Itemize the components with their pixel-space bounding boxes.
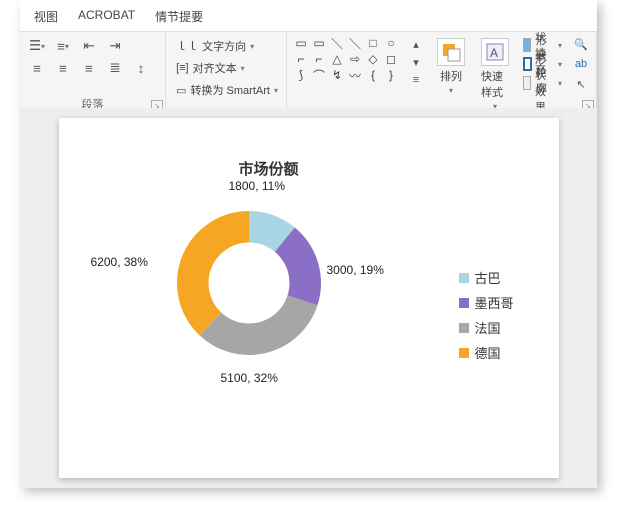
smartart-icon: ▭	[176, 84, 186, 97]
shape-callout-icon[interactable]: ◻	[383, 52, 399, 66]
shape-brace-icon[interactable]: {	[365, 68, 381, 82]
slide[interactable]: 市场份额 1800, 11% 3000, 19%	[59, 118, 559, 478]
group-paragraph-extra: ｌｌ 文字方向▾ [≡] 对齐文本▾ ▭ 转换为 SmartArt▾	[166, 32, 286, 114]
legend-swatch-mexico	[459, 298, 469, 308]
increase-indent-button[interactable]: ⇥	[104, 36, 126, 56]
align-left-button[interactable]: ≡	[26, 58, 48, 78]
align-text-button[interactable]: [≡] 对齐文本▾	[172, 58, 280, 78]
line-spacing-button[interactable]: ↕	[130, 58, 152, 78]
legend-swatch-france	[459, 323, 469, 333]
chart-title: 市场份额	[159, 158, 379, 179]
shape-poly-icon[interactable]: ↯	[329, 68, 345, 82]
tab-acrobat[interactable]: ACROBAT	[68, 4, 145, 31]
legend-swatch-cuba	[459, 273, 469, 283]
shape-seg2-icon[interactable]: ⌐	[311, 52, 327, 66]
numbering-button[interactable]: ≡▾	[52, 36, 74, 56]
align-text-icon: [≡]	[176, 62, 189, 74]
chart-legend: 古巴 墨西哥 法国 德国	[459, 268, 514, 362]
shape-brace2-icon[interactable]: }	[383, 68, 399, 82]
shape-curve-icon[interactable]: ⟆	[293, 68, 309, 82]
label-mexico: 3000, 19%	[327, 263, 384, 277]
legend-germany: 德国	[459, 343, 514, 362]
tab-view[interactable]: 视图	[24, 4, 68, 31]
ribbon: ☰▾ ≡▾ ⇤ ⇥ ≡ ≡ ≡ ≣ ↕ 段落 ↘ ｌｌ	[20, 31, 597, 115]
replace-icon[interactable]: ab	[572, 56, 590, 72]
legend-swatch-germany	[459, 348, 469, 358]
shape-circle-icon[interactable]: ○	[383, 36, 399, 50]
legend-mexico: 墨西哥	[459, 293, 514, 312]
shape-square-icon[interactable]: □	[365, 36, 381, 50]
shape-effects-button[interactable]: 形状效果▾	[521, 74, 564, 92]
donut: 1800, 11% 3000, 19% 5100, 32% 6200, 38%	[159, 193, 339, 373]
fill-icon	[523, 38, 531, 52]
shape-arrow-icon[interactable]: ⇨	[347, 52, 363, 66]
ribbon-tabs: 视图 ACROBAT 情节提要	[20, 0, 597, 31]
label-cuba: 1800, 11%	[229, 179, 286, 193]
legend-cuba: 古巴	[459, 268, 514, 287]
shape-line2-icon[interactable]: ＼	[347, 36, 363, 50]
donut-chart[interactable]: 市场份额 1800, 11% 3000, 19%	[159, 158, 559, 373]
shape-arc-icon[interactable]: ⌒	[311, 68, 327, 82]
arrange-icon	[437, 38, 465, 66]
outline-icon	[523, 57, 532, 71]
decrease-indent-button[interactable]: ⇤	[78, 36, 100, 56]
shape-rect2-icon[interactable]: ▭	[311, 36, 327, 50]
slice-germany	[177, 211, 249, 335]
slice-france	[199, 296, 317, 355]
text-direction-button[interactable]: ｌｌ 文字方向▾	[172, 36, 280, 56]
slide-canvas: 市场份额 1800, 11% 3000, 19%	[20, 108, 597, 488]
bullets-button[interactable]: ☰▾	[26, 36, 48, 56]
align-right-button[interactable]: ≡	[78, 58, 100, 78]
shapes-expand[interactable]: ≡	[407, 72, 425, 88]
svg-text:A: A	[490, 46, 498, 60]
shape-tri-icon[interactable]: △	[329, 52, 345, 66]
shape-rect-icon[interactable]: ▭	[293, 36, 309, 50]
shapes-gallery[interactable]: ▭ ▭ ＼ ＼ □ ○ ⌐ ⌐ △ ⇨ ◇ ◻ ⟆ ⌒ ↯ 〰 {	[293, 36, 399, 82]
shape-wave-icon[interactable]: 〰	[347, 68, 363, 82]
shapes-row-up[interactable]: ▴	[407, 36, 425, 52]
convert-smartart-button[interactable]: ▭ 转换为 SmartArt▾	[172, 80, 280, 100]
tab-storyboard[interactable]: 情节提要	[145, 4, 213, 31]
justify-button[interactable]: ≣	[104, 58, 126, 78]
arrange-button[interactable]: 排列▾	[433, 36, 469, 97]
shapes-row-down[interactable]: ▾	[407, 54, 425, 70]
text-direction-icon: ｌｌ	[176, 38, 198, 54]
shape-format-stack: 形状填充▾ 形状轮廓▾ 形状效果▾	[521, 36, 564, 92]
group-paragraph: ☰▾ ≡▾ ⇤ ⇥ ≡ ≡ ≡ ≣ ↕ 段落 ↘	[20, 32, 166, 114]
label-france: 5100, 32%	[221, 371, 278, 385]
shape-line-icon[interactable]: ＼	[329, 36, 345, 50]
quick-styles-button[interactable]: A 快速样式▾	[477, 36, 513, 113]
find-icon[interactable]: 🔍	[572, 36, 590, 52]
shape-diamond-icon[interactable]: ◇	[365, 52, 381, 66]
quick-styles-icon: A	[481, 38, 509, 66]
shape-seg-icon[interactable]: ⌐	[293, 52, 309, 66]
align-center-button[interactable]: ≡	[52, 58, 74, 78]
label-germany: 6200, 38%	[91, 255, 148, 269]
group-drawing: ▭ ▭ ＼ ＼ □ ○ ⌐ ⌐ △ ⇨ ◇ ◻ ⟆ ⌒ ↯ 〰 {	[287, 32, 597, 114]
legend-france: 法国	[459, 318, 514, 337]
select-icon[interactable]: ↖	[572, 76, 590, 92]
effects-icon	[523, 76, 531, 90]
